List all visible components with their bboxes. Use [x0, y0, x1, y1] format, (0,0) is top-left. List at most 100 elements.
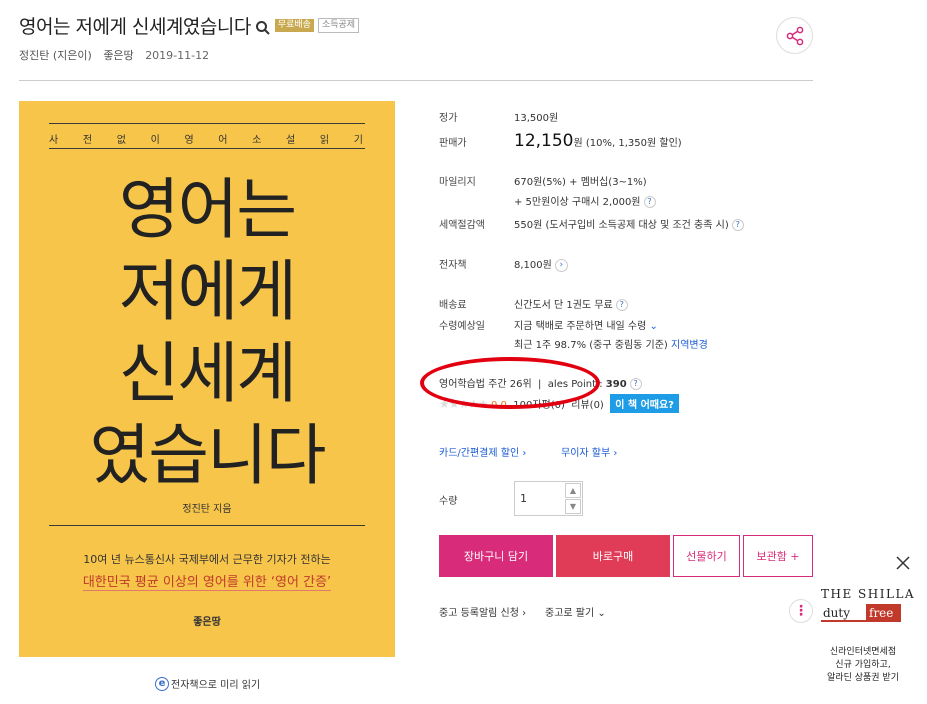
cover-title-line: 저에게: [118, 253, 297, 330]
ebook-preview-label: 전자책으로 미리 읽기: [171, 680, 261, 691]
sale-price: 12,150원 (10%, 1,350원 할인): [514, 131, 682, 151]
card-discount-text: 카드/간편결제 할인: [439, 448, 520, 459]
cover-subtitle: 10여 년 뉴스통신사 국제부에서 근무한 기자가 전하는: [83, 553, 331, 566]
cover-top-words: 사 전 없 이 영 어 소 설 읽 기: [49, 131, 365, 146]
red-circle-annotation: [420, 357, 600, 409]
tax-value-text: 550원 (도서구입비 소득공제 대상 및 조건 충족 시): [514, 220, 729, 231]
ebook-preview-link[interactable]: e 전자책으로 미리 읽기: [155, 676, 260, 691]
ad-brand-logo-a: duty: [821, 604, 866, 622]
chevron-right-icon[interactable]: ›: [554, 258, 568, 272]
interest-free-link[interactable]: 무이자 할부 ›: [561, 444, 617, 459]
publish-date: 2019-11-12: [145, 49, 210, 62]
ad-line: 신라인터넷면세점: [829, 647, 897, 657]
eta-note: 최근 1주 98.7% (중구 중림동 기준) 지역변경: [514, 336, 708, 351]
cover-author: 정진탄 지음: [182, 504, 232, 515]
cover-top-word: 영: [184, 135, 196, 146]
cover-rule-bottom: [49, 148, 365, 149]
ad-text[interactable]: 신라인터넷면세점 신규 가입하고, 알라딘 상품권 받기: [818, 646, 908, 685]
cover-rule-top: [49, 123, 365, 124]
ebook-price[interactable]: 8,100원: [514, 260, 552, 271]
used-sell-link[interactable]: 중고로 팔기 ⌄: [545, 604, 606, 619]
ad-brand-name[interactable]: THE SHILLA: [821, 587, 915, 601]
header-divider: [19, 80, 813, 81]
eta-value-text: 지금 택배로 주문하면 내일 수령: [514, 321, 647, 332]
used-notify-text: 중고 등록알림 신청: [439, 608, 519, 619]
used-notify-link[interactable]: 중고 등록알림 신청 ›: [439, 604, 526, 619]
tax-label: 세액절감액: [439, 220, 485, 231]
interest-free-text: 무이자 할부: [561, 448, 611, 459]
tax-deduction-badge: 소득공제: [317, 18, 360, 33]
region-change-link[interactable]: 지역변경: [671, 340, 708, 351]
sale-price-value: 12,150: [514, 131, 574, 151]
cover-title-line: 신세계: [118, 335, 297, 412]
ebook-value: 8,100원 ›: [514, 256, 568, 272]
share-icon: [786, 26, 803, 45]
mileage-line1: 670원(5%) + 멤버십(3~1%): [514, 177, 647, 188]
list-price-value: 13,500원: [514, 113, 559, 124]
how-about-this-book-button[interactable]: 이 책 어때요?: [610, 394, 679, 413]
shipping-fee-value: 신간도서 단 1권도 무료?: [514, 296, 628, 311]
cover-top-word: 소: [252, 135, 264, 146]
cover-top-word: 설: [286, 135, 298, 146]
cover-title-line: 영어는: [118, 171, 297, 248]
list-price-label: 정가: [439, 113, 458, 124]
sale-price-label: 판매가: [439, 138, 467, 149]
help-icon[interactable]: ?: [629, 378, 642, 390]
mileage-line2: + 5만원이상 구매시 2,000원?: [514, 193, 656, 208]
page-title: 영어는 저에게 신세계였습니다: [19, 16, 251, 38]
sale-price-note: (10%, 1,350원 할인): [585, 138, 682, 149]
quantity-stepper[interactable]: 1 ▲ ▼: [514, 481, 583, 516]
more-options-icon[interactable]: ⋮: [789, 599, 813, 623]
help-icon[interactable]: ?: [643, 196, 656, 208]
wishlist-button[interactable]: 보관함 +: [743, 535, 813, 577]
search-icon[interactable]: [255, 20, 271, 36]
review-count[interactable]: 리뷰(0): [571, 400, 604, 411]
buy-now-button[interactable]: 바로구매: [556, 535, 670, 577]
cover-top-word: 사: [49, 135, 61, 146]
quantity-input[interactable]: 1: [520, 492, 527, 505]
mileage-line2-text: + 5만원이상 구매시 2,000원: [514, 197, 641, 208]
ebook-e-icon: e: [155, 676, 169, 691]
add-to-cart-button[interactable]: 장바구니 담기: [439, 535, 553, 577]
used-sell-text: 중고로 팔기: [545, 608, 595, 619]
publisher-link[interactable]: 좋은땅: [103, 49, 133, 62]
tax-value: 550원 (도서구입비 소득공제 대상 및 조건 충족 시)?: [514, 216, 744, 231]
eta-label: 수령예상일: [439, 321, 485, 332]
book-cover[interactable]: 사 전 없 이 영 어 소 설 읽 기 영어는 저에게 신세계 였습니다 정진탄…: [19, 101, 395, 657]
book-meta: 정진탄 (지은이) 좋은땅 2019-11-12: [19, 47, 217, 63]
sale-price-unit: 원: [573, 138, 583, 149]
sales-point-value: 390: [605, 379, 627, 390]
share-button[interactable]: [776, 17, 813, 54]
mileage-label: 마일리지: [439, 177, 476, 188]
quantity-down-icon[interactable]: ▼: [565, 499, 581, 514]
ad-brand-logo[interactable]: duty free: [821, 604, 901, 622]
shipping-fee-label: 배송료: [439, 300, 467, 311]
title-row: 영어는 저에게 신세계였습니다 무료배송 소득공제: [19, 12, 360, 39]
ebook-label: 전자책: [439, 260, 467, 271]
cover-tagline-text: 대한민국 평균 이상의 영어를 위한 ‘영어 간증’: [82, 575, 332, 591]
help-icon[interactable]: ?: [731, 219, 744, 231]
cover-top-word: 읽: [319, 135, 332, 146]
cover-tagline: 대한민국 평균 이상의 영어를 위한 ‘영어 간증’: [19, 571, 395, 591]
cover-top-word: 기: [353, 135, 365, 146]
cover-publisher: 좋은땅: [193, 617, 221, 628]
cover-title-line: 였습니다: [89, 417, 327, 494]
ad-line: 알라딘 상품권 받기: [827, 673, 899, 683]
cover-top-word: 없: [116, 135, 128, 146]
cover-top-word: 이: [150, 135, 162, 146]
cover-rule-mid: [49, 525, 365, 526]
author-link[interactable]: 정진탄 (지은이): [19, 49, 92, 62]
close-icon[interactable]: [895, 555, 911, 571]
eta-note-text: 최근 1주 98.7% (중구 중림동 기준): [514, 340, 668, 351]
cover-top-word: 전: [82, 135, 95, 146]
ad-brand-logo-b: free: [866, 604, 901, 622]
cover-title: 영어는 저에게 신세계 였습니다: [19, 169, 395, 497]
quantity-label: 수량: [439, 496, 458, 507]
eta-value[interactable]: 지금 택배로 주문하면 내일 수령 ⌄: [514, 317, 658, 332]
quantity-up-icon[interactable]: ▲: [565, 483, 581, 498]
chevron-down-icon[interactable]: ⌄: [650, 321, 658, 332]
gift-button[interactable]: 선물하기: [673, 535, 740, 577]
free-shipping-badge: 무료배송: [274, 19, 314, 32]
help-icon[interactable]: ?: [615, 299, 628, 311]
card-discount-link[interactable]: 카드/간편결제 할인 ›: [439, 444, 526, 459]
